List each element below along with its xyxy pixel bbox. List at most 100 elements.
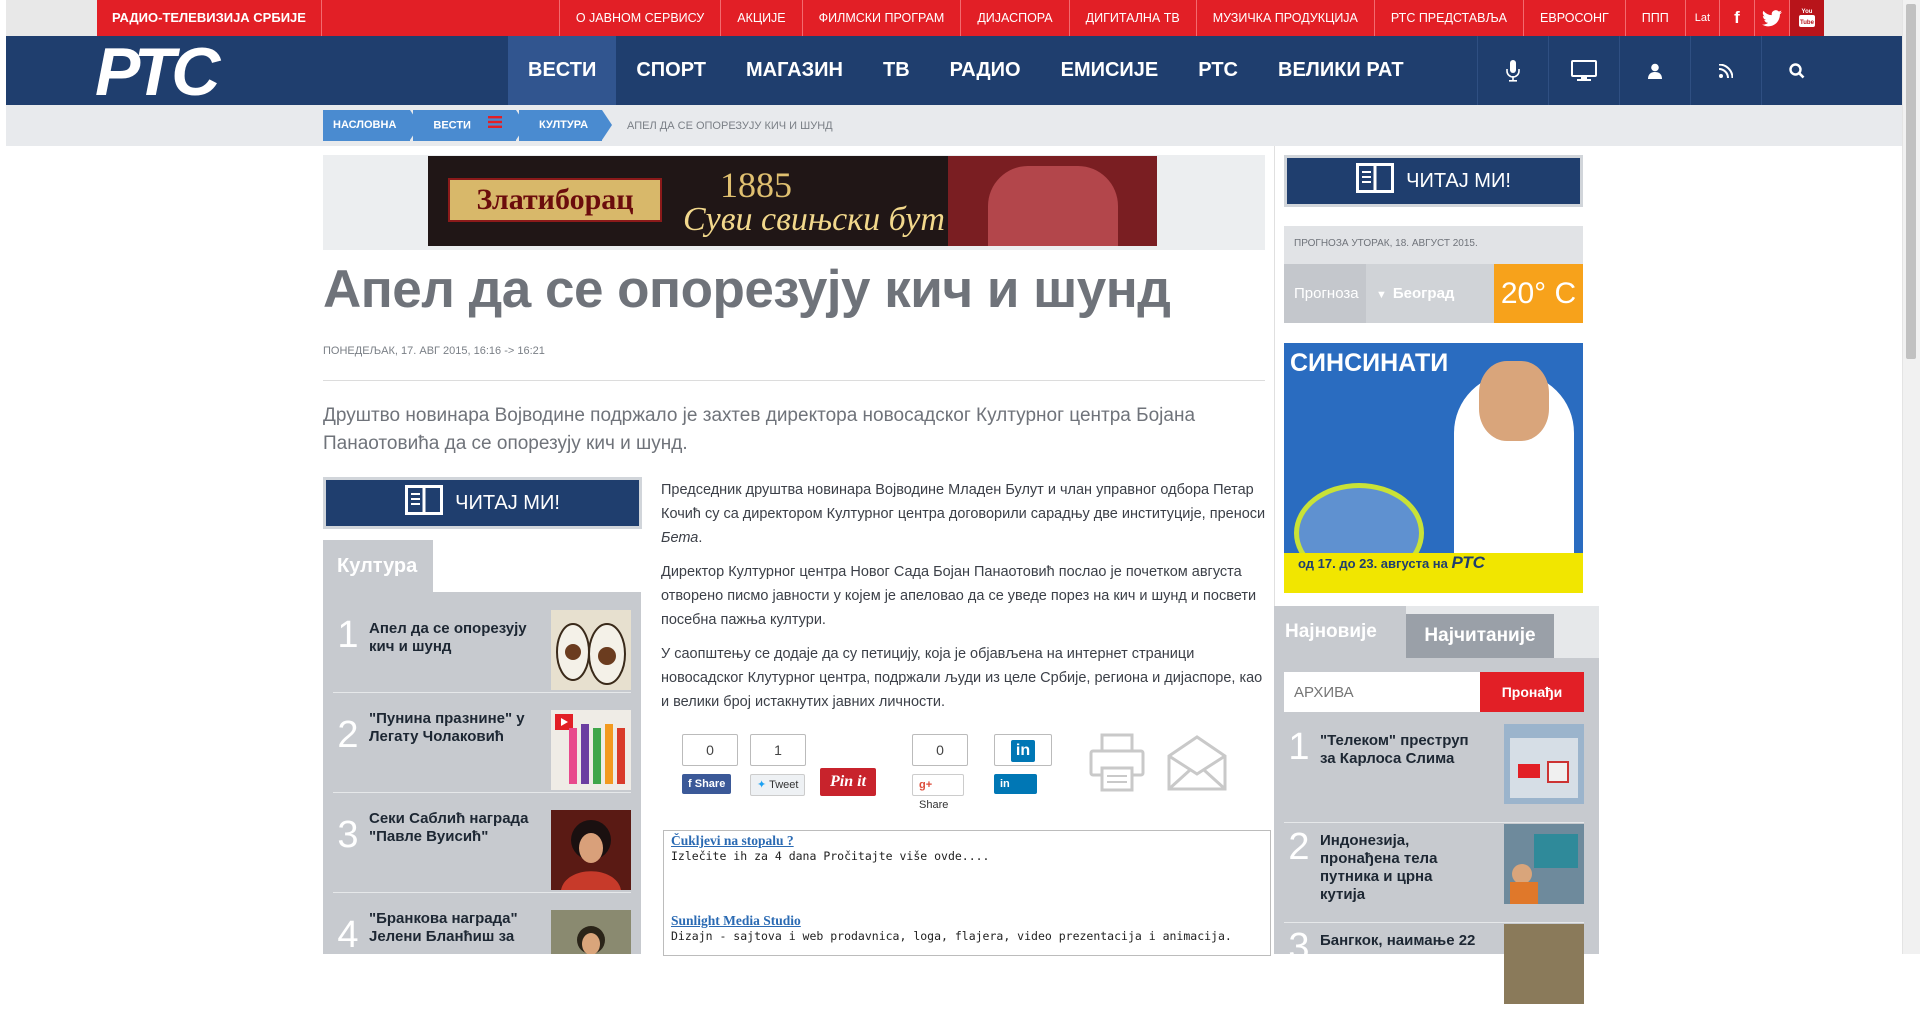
list-item[interactable]: 1 Апел да се опорезују кич и шунд [333, 592, 631, 693]
top-bar: РАДИО-ТЕЛЕВИЗИЈА СРБИЈЕ О ЈАВНОМ СЕРВИСУ… [6, 0, 1909, 36]
toplink-digitalna-tv[interactable]: ДИГИТАЛНА ТВ [1068, 0, 1196, 36]
facebook-share-count: 0 [682, 734, 738, 766]
gplus-share-count: 0 [912, 734, 968, 766]
toplink-muzicka-produkcija[interactable]: МУЗИЧКА ПРОДУКЦИЈА [1195, 0, 1374, 36]
tab-kultura[interactable]: Култура [323, 540, 433, 592]
ad-link-sunlight[interactable]: Sunlight Media Studio [671, 913, 801, 929]
toplink-dijaspora[interactable]: ДИЈАСПОРА [960, 0, 1068, 36]
list-item[interactable]: 1 "Телеком" преструп за Карлоса Слима [1284, 722, 1584, 823]
list-item[interactable]: 3 Бангкок, наимање 22 [1284, 922, 1584, 1022]
list-item[interactable]: 2 Индонезија, пронађена тела путника и ц… [1284, 822, 1584, 923]
rss-icon[interactable] [1690, 36, 1761, 105]
menu-icon[interactable] [488, 110, 503, 141]
breadcrumb-kultura-label: КУЛТУРА [539, 119, 589, 131]
list-item[interactable]: 3 Секи Саблић награда "Павле Вуисић" [333, 792, 631, 893]
weather-widget: ПРОГНОЗА УТОРАК, 18. АВГУСТ 2015. Прогно… [1284, 226, 1583, 323]
latin-toggle[interactable]: Lat [1684, 0, 1719, 36]
share-row: 0 f Share 1 ✦ Tweet Pin it 0 g+ Share in… [676, 732, 1227, 811]
toplink-rts-predstavlja[interactable]: РТС ПРЕДСТАВЉА [1373, 0, 1523, 36]
email-icon[interactable] [1166, 734, 1228, 797]
weather-city-label: Београд [1392, 285, 1455, 302]
list-item-title[interactable]: "Пунина празнине" у Легату Чолаковић [369, 710, 529, 746]
pinterest-pin-button[interactable]: Pin it [820, 768, 877, 796]
scrollbar-thumb[interactable] [1906, 4, 1916, 359]
list-item-title[interactable]: "Телеком" преструп за Карлоса Слима [1320, 732, 1480, 768]
cincinnati-tennis-ad[interactable]: СИНСИНАТИ од 17. до 23. августа на РТС [1284, 343, 1583, 593]
article-dateline: ПОНЕДЕЉАК, 17. АВГ 2015, 16:16 -> 16:21 [323, 345, 545, 357]
search-icon[interactable] [1761, 36, 1832, 105]
top-links: О ЈАВНОМ СЕРВИСУ АКЦИЈЕ ФИЛМСКИ ПРОГРАМ … [558, 0, 1824, 36]
rts-logo[interactable]: РТС [95, 38, 255, 106]
facebook-share-icon: f [688, 778, 695, 790]
twitter-tweet-button[interactable]: ✦ Tweet [750, 774, 806, 796]
site-name-link[interactable]: РАДИО-ТЕЛЕВИЗИЈА СРБИЈЕ [97, 0, 322, 36]
gplus-share-button[interactable]: g+ Share [912, 774, 964, 811]
nav-emisije[interactable]: ЕМИСИЈЕ [1041, 36, 1179, 105]
facebook-icon[interactable]: f [1719, 0, 1754, 36]
ad-desc-cukljevi: Izlečite ih za 4 dana Pročitajte više ov… [671, 849, 990, 863]
list-item-title[interactable]: Индонезија, пронађена тела путника и црн… [1320, 832, 1480, 904]
list-item-thumbnail[interactable] [551, 810, 631, 890]
weather-city-select[interactable]: ▼ Београд [1366, 264, 1494, 323]
list-item-title[interactable]: "Бранкова награда" Јелени Бланћиш за [369, 910, 529, 946]
linkedin-share-small-icon: in [1000, 778, 1010, 790]
toplink-o-javnom-servisu[interactable]: О ЈАВНОМ СЕРВИСУ [558, 0, 720, 36]
tab-most-read[interactable]: Најчитаније [1406, 614, 1554, 658]
breadcrumb-bar: НАСЛОВНА ВЕСТИ КУЛТУРА АПЕЛ ДА СЕ ОПОРЕЗ… [6, 105, 1909, 146]
list-item-thumbnail[interactable] [1504, 924, 1584, 1004]
ham-image [948, 156, 1157, 246]
weather-date-label: ПРОГНОЗА УТОРАК, 18. АВГУСТ 2015. [1294, 238, 1478, 249]
toplink-filmski-program[interactable]: ФИЛМСКИ ПРОГРАМ [801, 0, 961, 36]
svg-text:Tube: Tube [1800, 20, 1815, 26]
linkedin-share-label: Share [1000, 798, 1031, 810]
list-item-title[interactable]: Апел да се опорезују кич и шунд [369, 620, 529, 656]
zlatiborac-banner-ad[interactable]: Златиборац 1885 Суви свињски бут [428, 156, 1157, 246]
page-scrollbar[interactable] [1902, 0, 1920, 954]
linkedin-share-button[interactable]: in Share [994, 774, 1037, 810]
twitter-icon[interactable] [1754, 0, 1789, 36]
breadcrumb-kultura[interactable]: КУЛТУРА [519, 110, 613, 141]
breadcrumb-vesti[interactable]: ВЕСТИ [413, 110, 526, 141]
sidebar-read-me-button[interactable]: ЧИТАЈ МИ! [1284, 155, 1583, 207]
list-item-title[interactable]: Секи Саблић награда "Павле Вуисић" [369, 810, 529, 846]
youtube-icon[interactable]: You Tube [1789, 0, 1824, 36]
weather-forecast-link[interactable]: Прогноза [1284, 264, 1366, 323]
toplink-evrosong[interactable]: ЕВРОСОНГ [1523, 0, 1625, 36]
toplink-ppp[interactable]: ППП [1624, 0, 1685, 36]
microphone-icon[interactable] [1477, 36, 1548, 105]
nav-rts[interactable]: РТС [1178, 36, 1258, 105]
nav-vesti[interactable]: ВЕСТИ [508, 36, 617, 105]
list-item-number: 1 [337, 614, 359, 656]
user-icon[interactable] [1619, 36, 1690, 105]
archive-search-button[interactable]: Пронађи [1480, 672, 1584, 712]
nav-veliki-rat[interactable]: ВЕЛИКИ РАТ [1258, 36, 1424, 105]
list-item-number: 2 [337, 714, 359, 756]
list-item[interactable]: 4 "Бранкова награда" Јелени Бланћиш за [333, 892, 631, 954]
list-item-thumbnail[interactable] [1504, 724, 1584, 804]
list-item-thumbnail[interactable] [551, 910, 631, 954]
read-me-label: ЧИТАЈ МИ! [455, 491, 560, 514]
facebook-share-label: Share [694, 778, 726, 790]
archive-search-input[interactable] [1284, 672, 1480, 712]
tab-newest[interactable]: Најновије [1274, 606, 1406, 658]
nav-magazin[interactable]: МАГАЗИН [726, 36, 863, 105]
gplus-icon: g+ [919, 779, 933, 791]
list-item-thumbnail[interactable] [551, 610, 631, 690]
list-item[interactable]: 2 "Пунина празнине" у Легату Чолаковић [333, 692, 631, 793]
ad-link-cukljevi[interactable]: Čukljevi na stopalu ? [671, 833, 794, 849]
book-icon [405, 485, 444, 521]
list-item-title[interactable]: Бангкок, наимање 22 [1320, 932, 1480, 950]
nav-sport[interactable]: СПОРТ [616, 36, 726, 105]
facebook-share: 0 f Share [676, 732, 748, 802]
facebook-share-button[interactable]: f Share [682, 774, 732, 794]
nav-tv[interactable]: ТВ [863, 36, 930, 105]
list-item-thumbnail[interactable] [1504, 824, 1584, 904]
monitor-icon[interactable] [1548, 36, 1619, 105]
breadcrumb-naslovna[interactable]: НАСЛОВНА [323, 110, 421, 141]
read-me-button[interactable]: ЧИТАЈ МИ! [323, 477, 642, 529]
list-item-number: 4 [337, 914, 359, 954]
nav-radio[interactable]: РАДИО [930, 36, 1041, 105]
toplink-akcije[interactable]: АКЦИЈЕ [720, 0, 801, 36]
list-item-thumbnail[interactable] [551, 710, 631, 790]
breadcrumb: НАСЛОВНА ВЕСТИ КУЛТУРА АПЕЛ ДА СЕ ОПОРЕЗ… [323, 110, 833, 141]
